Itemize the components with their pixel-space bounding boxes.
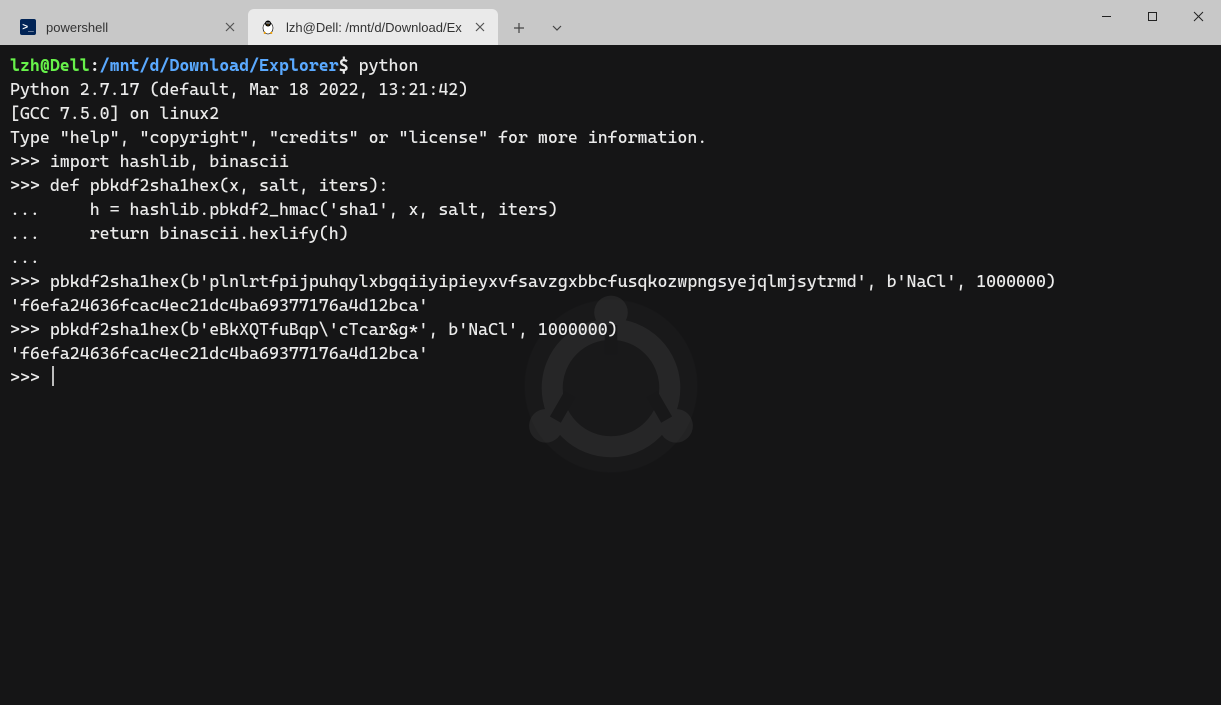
close-icon[interactable]: [472, 19, 488, 35]
output-line: 'f6efa24636fcac4ec21dc4ba69377176a4d12bc…: [10, 295, 428, 315]
output-line: ... h = hashlib.pbkdf2_hmac('sha1', x, s…: [10, 199, 558, 219]
close-window-button[interactable]: [1175, 0, 1221, 32]
tab-linux[interactable]: lzh@Dell: /mnt/d/Download/Ex: [248, 9, 498, 45]
output-line: Type "help", "copyright", "credits" or "…: [10, 127, 707, 147]
terminal-pane[interactable]: lzh@Dell:/mnt/d/Download/Explorer$ pytho…: [0, 45, 1221, 705]
prompt-command: python: [359, 55, 419, 75]
window-controls: [1083, 0, 1221, 40]
prompt-user: lzh@Dell: [10, 55, 90, 75]
output-line: Python 2.7.17 (default, Mar 18 2022, 13:…: [10, 79, 468, 99]
tab-dropdown-button[interactable]: [540, 11, 574, 45]
cursor: [52, 366, 54, 386]
output-line: >>> def pbkdf2sha1hex(x, salt, iters):: [10, 175, 389, 195]
new-tab-button[interactable]: [502, 11, 536, 45]
close-icon[interactable]: [222, 19, 238, 35]
output-line: >>> pbkdf2sha1hex(b'plnlrtfpijpuhqylxbgq…: [10, 271, 1056, 291]
tab-title: powershell: [46, 20, 212, 35]
prompt-colon: :: [90, 55, 100, 75]
output-line: 'f6efa24636fcac4ec21dc4ba69377176a4d12bc…: [10, 343, 428, 363]
prompt-path: /mnt/d/Download/Explorer: [100, 55, 339, 75]
output-line: >>> pbkdf2sha1hex(b'eBkXQTfuBqp\'cTcar&g…: [10, 319, 618, 339]
prompt-dollar: $: [339, 55, 359, 75]
output-line: ... return binascii.hexlify(h): [10, 223, 349, 243]
terminal-output: lzh@Dell:/mnt/d/Download/Explorer$ pytho…: [10, 53, 1211, 389]
repl-prompt: >>>: [10, 367, 50, 387]
output-line: [GCC 7.5.0] on linux2: [10, 103, 219, 123]
minimize-button[interactable]: [1083, 0, 1129, 32]
titlebar[interactable]: >_ powershell: [0, 0, 1221, 45]
output-line: ...: [10, 247, 40, 267]
tab-title: lzh@Dell: /mnt/d/Download/Ex: [286, 20, 462, 35]
tab-powershell[interactable]: >_ powershell: [8, 9, 248, 45]
output-line: >>> import hashlib, binascii: [10, 151, 289, 171]
powershell-icon: >_: [20, 19, 36, 35]
terminal-window: >_ powershell: [0, 0, 1221, 705]
tab-strip: >_ powershell: [0, 0, 574, 45]
maximize-button[interactable]: [1129, 0, 1175, 32]
linux-icon: [260, 19, 276, 35]
